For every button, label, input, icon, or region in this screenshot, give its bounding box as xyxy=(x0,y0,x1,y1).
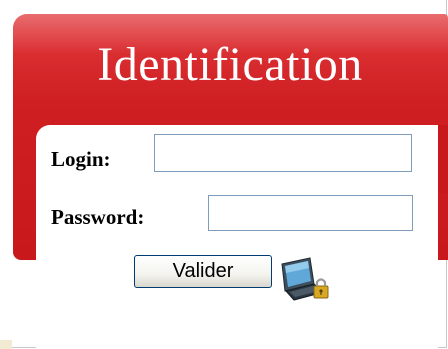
login-input[interactable] xyxy=(154,134,412,172)
panel-title: Identification xyxy=(97,38,363,91)
password-input[interactable] xyxy=(208,195,413,231)
valider-button[interactable]: Valider xyxy=(134,255,272,288)
corner-decoration xyxy=(0,340,12,349)
panel-edge xyxy=(438,125,448,193)
login-label: Login: xyxy=(51,147,111,171)
password-label: Password: xyxy=(51,205,145,229)
computer-lock-icon xyxy=(276,254,332,304)
